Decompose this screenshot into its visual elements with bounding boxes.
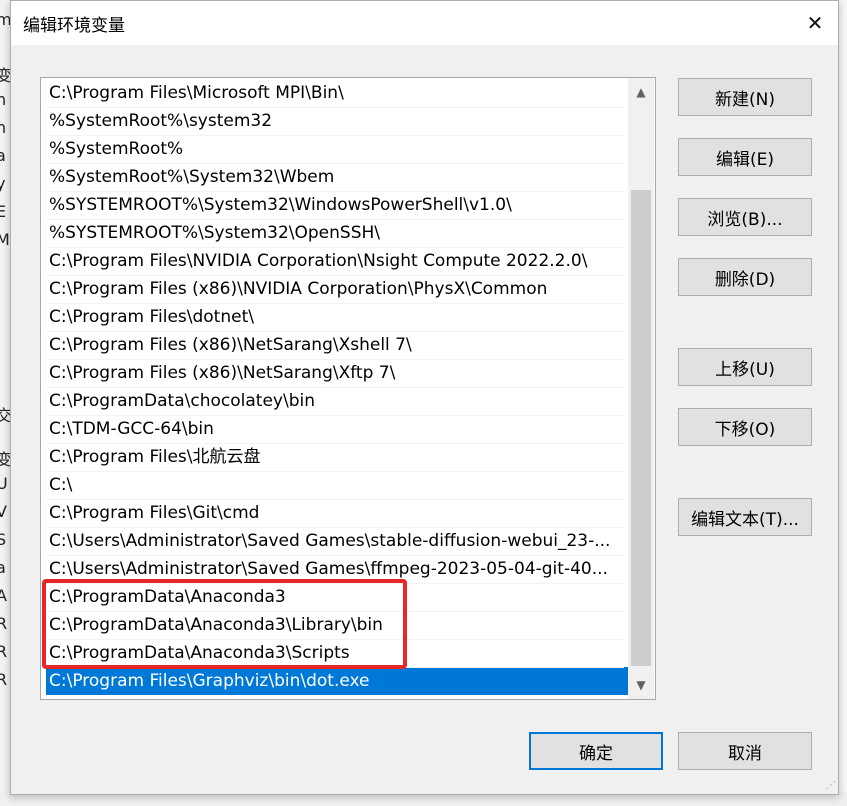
list-item[interactable]: C:\Program Files (x86)\NetSarang\Xftp 7\ <box>46 359 624 387</box>
ok-button[interactable]: 确定 <box>529 732 663 770</box>
row-divider <box>46 555 624 556</box>
close-icon: ✕ <box>806 11 824 35</box>
list-item[interactable]: C:\Program Files\Git\cmd <box>46 499 624 527</box>
background-text: R <box>0 614 8 633</box>
list-item[interactable]: C:\Users\Administrator\Saved Games\stabl… <box>46 527 624 555</box>
edit-text-button[interactable]: 编辑文本(T)... <box>678 498 812 536</box>
row-divider <box>46 163 624 164</box>
background-text: U <box>0 474 8 493</box>
row-divider <box>46 331 624 332</box>
row-divider <box>46 499 624 500</box>
list-item[interactable]: %SystemRoot% <box>46 135 624 163</box>
row-divider <box>46 359 624 360</box>
row-divider <box>46 275 624 276</box>
dialog-title: 编辑环境变量 <box>23 16 125 36</box>
list-item[interactable]: C:\Program Files\NVIDIA Corporation\Nsig… <box>46 247 624 275</box>
background-text: h <box>0 90 7 109</box>
row-divider <box>46 443 624 444</box>
list-item[interactable]: C:\Program Files (x86)\NetSarang\Xshell … <box>46 331 624 359</box>
background-text: S <box>0 530 7 549</box>
list-item[interactable]: %SystemRoot%\System32\Wbem <box>46 163 624 191</box>
background-text: R <box>0 670 8 689</box>
chevron-down-icon: ▼ <box>636 678 646 692</box>
annotation-highlight-box <box>42 579 407 669</box>
list-item[interactable]: C:\ <box>46 471 624 499</box>
row-divider <box>46 527 624 528</box>
background-text: y <box>0 174 6 193</box>
row-divider <box>46 303 624 304</box>
list-item[interactable]: %SystemRoot%\system32 <box>46 107 624 135</box>
row-divider <box>46 107 624 108</box>
chevron-up-icon: ▲ <box>636 85 646 99</box>
row-divider <box>46 191 624 192</box>
row-divider <box>46 471 624 472</box>
close-button[interactable]: ✕ <box>792 1 838 45</box>
background-text: a <box>0 558 6 577</box>
list-scrollbar[interactable]: ▲ ▼ <box>628 78 654 699</box>
row-divider <box>46 415 624 416</box>
background-text: n <box>0 118 7 137</box>
background-text: a <box>0 146 6 165</box>
background-text: E <box>0 202 7 221</box>
list-item[interactable]: C:\ProgramData\chocolatey\bin <box>46 387 624 415</box>
background-text: A <box>0 586 7 605</box>
browse-button[interactable]: 浏览(B)... <box>678 198 812 236</box>
list-item[interactable]: C:\Program Files (x86)\NVIDIA Corporatio… <box>46 275 624 303</box>
cancel-button[interactable]: 取消 <box>678 732 812 770</box>
list-item[interactable]: %SYSTEMROOT%\System32\WindowsPowerShell\… <box>46 191 624 219</box>
background-text: R <box>0 642 8 661</box>
move-up-button[interactable]: 上移(U) <box>678 348 812 386</box>
resize-grip-icon[interactable]: ⋰ <box>824 780 836 792</box>
background-text: M <box>0 230 10 249</box>
scrollbar-thumb[interactable] <box>631 190 651 666</box>
delete-button[interactable]: 删除(D) <box>678 258 812 296</box>
background-text: V <box>0 502 7 521</box>
row-divider <box>46 247 624 248</box>
list-item[interactable]: C:\Program Files\dotnet\ <box>46 303 624 331</box>
list-item[interactable]: C:\Program Files\Graphviz\bin\dot.exe <box>46 667 628 695</box>
row-divider <box>46 219 624 220</box>
list-item[interactable]: %SYSTEMROOT%\System32\OpenSSH\ <box>46 219 624 247</box>
scroll-up-button[interactable]: ▲ <box>628 78 654 106</box>
list-item[interactable]: C:\Program Files\北航云盘 <box>46 443 624 471</box>
scroll-down-button[interactable]: ▼ <box>628 671 654 699</box>
title-bar: 编辑环境变量 ✕ <box>11 1 838 45</box>
row-divider <box>46 387 624 388</box>
move-down-button[interactable]: 下移(O) <box>678 408 812 446</box>
row-divider <box>46 135 624 136</box>
new-button[interactable]: 新建(N) <box>678 78 812 116</box>
edit-env-variable-dialog: 编辑环境变量 ✕ C:\Program Files\Microsoft MPI\… <box>10 0 839 795</box>
list-item[interactable]: C:\Program Files\Microsoft MPI\Bin\ <box>46 79 624 107</box>
list-item[interactable]: C:\TDM-GCC-64\bin <box>46 415 624 443</box>
edit-button[interactable]: 编辑(E) <box>678 138 812 176</box>
